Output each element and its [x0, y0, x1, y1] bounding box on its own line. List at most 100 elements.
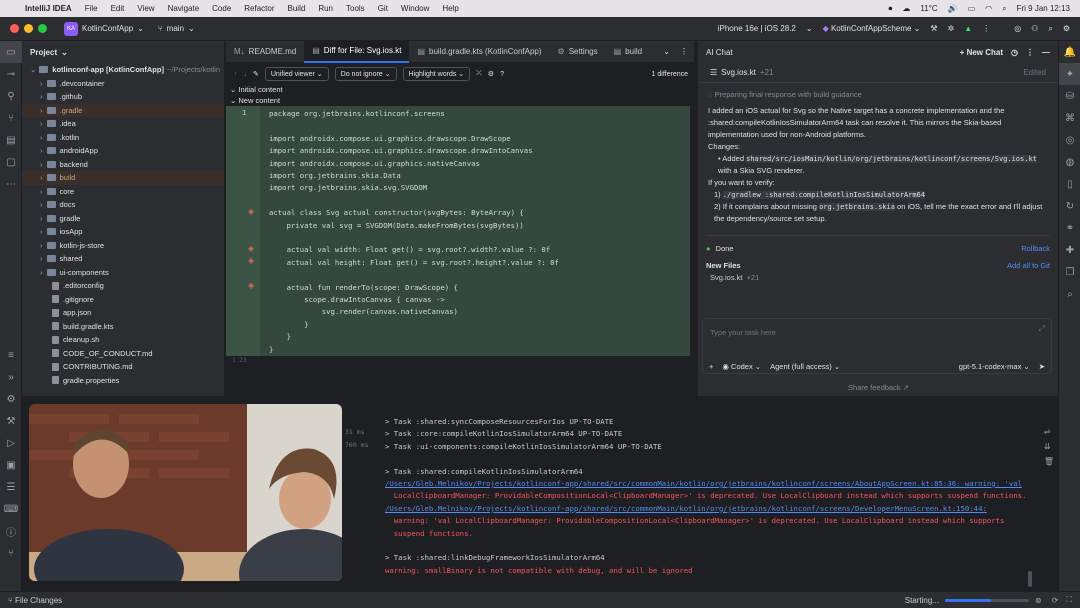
add-user-icon[interactable]: ⚇ — [1031, 24, 1038, 33]
tree-file[interactable]: CODE_OF_CONDUCT.md — [22, 347, 224, 361]
menu-build[interactable]: Build — [288, 4, 306, 13]
override-icon[interactable]: ◈ — [248, 281, 254, 290]
new-file-item[interactable]: Svg.ios.kt +21 — [706, 273, 1050, 287]
highlight-select[interactable]: Highlight words ⌄ — [402, 67, 471, 81]
tree-file[interactable]: build.gradle.kts — [22, 320, 224, 334]
settings-icon[interactable]: ⚙ — [488, 70, 494, 78]
search-icon[interactable]: ⌕ — [1002, 4, 1006, 14]
android-device-icon[interactable]: ▣ — [0, 454, 22, 476]
sync-icon[interactable]: ⟳ — [1052, 596, 1059, 605]
menu-git[interactable]: Git — [378, 4, 388, 13]
mode-select[interactable]: Agent (full access) ⌄ — [770, 362, 840, 371]
gradle-icon[interactable]: ⌘ — [1059, 107, 1080, 129]
editor-tab[interactable]: ⚙ Settings — [550, 41, 606, 63]
history-icon[interactable]: ↻ — [1059, 195, 1080, 217]
cloud-icon[interactable]: ☁ — [902, 4, 910, 13]
diff-code-block[interactable]: 1 ◈ ◈ ◈ ◈ package org.jetbrains.kotlinco… — [226, 106, 690, 356]
tree-folder[interactable]: › .github — [22, 90, 224, 104]
rollback-button[interactable]: Rollback — [1021, 244, 1050, 253]
more-icon[interactable]: ⋮ — [1026, 48, 1034, 57]
tree-folder[interactable]: › kotlin-js-store — [22, 239, 224, 253]
tree-file[interactable]: CONTRIBUTING.md — [22, 360, 224, 374]
scheme-selector[interactable]: ◆ KotlinConfAppScheme ⌄ — [823, 24, 921, 33]
database-icon[interactable]: ⛁ — [1059, 85, 1080, 107]
tree-folder[interactable]: › .devcontainer — [22, 77, 224, 91]
tree-file[interactable]: gradle.properties — [22, 374, 224, 388]
notifications-icon[interactable]: 🔔 — [1059, 41, 1080, 63]
tree-file[interactable]: .gitignore — [22, 293, 224, 307]
android-icon[interactable]: ▲ — [964, 24, 972, 33]
pull-requests-icon[interactable]: ⑂ — [0, 107, 22, 129]
more-icon[interactable]: ⋮ — [674, 47, 694, 56]
clear-icon[interactable]: 🗑 — [1044, 457, 1054, 466]
collapse-icon[interactable]: ⤫ — [476, 70, 482, 78]
tree-folder[interactable]: › .kotlin — [22, 131, 224, 145]
project-switcher[interactable]: KA KotlinConfApp ⌄ — [64, 21, 144, 36]
arrow-down-icon[interactable]: ↓ — [244, 71, 248, 78]
clock[interactable]: Fri 9 Jan 12:13 — [1017, 4, 1070, 13]
tree-folder[interactable]: › gradle — [22, 212, 224, 226]
scroll-end-icon[interactable]: ⇊ — [1044, 442, 1054, 451]
app-name[interactable]: IntelliJ IDEA — [25, 4, 72, 13]
hammer-icon[interactable]: ⚒ — [930, 24, 937, 33]
model-select[interactable]: gpt-5.1-codex-max ⌄ — [959, 362, 1030, 371]
console-line[interactable]: /Users/Gleb.Melnikov/Projects/kotlinconf… — [385, 479, 1022, 488]
new-content-toggle[interactable]: ⌄ New content — [230, 96, 280, 105]
tree-file[interactable]: .editorconfig — [22, 279, 224, 293]
tree-folder[interactable]: › .idea — [22, 117, 224, 131]
inspect-icon[interactable]: ⌕ — [1059, 283, 1080, 305]
tree-folder[interactable]: › docs — [22, 198, 224, 212]
tree-root[interactable]: ⌄ kotlinconf-app [KotlinConfApp] ~/Proje… — [22, 63, 224, 77]
initial-content-toggle[interactable]: ⌄ Initial content — [230, 85, 283, 94]
tree-folder[interactable]: › .gradle — [22, 103, 224, 117]
services-icon[interactable]: ⚙ — [0, 388, 22, 410]
override-icon[interactable]: ◈ — [248, 244, 254, 253]
tree-folder[interactable]: › shared — [22, 252, 224, 266]
close-window-button[interactable] — [10, 24, 19, 33]
new-chat-button[interactable]: + New Chat — [960, 48, 1003, 57]
commit-icon[interactable]: ⊸ — [0, 63, 22, 85]
structure-icon[interactable]: ⚲ — [0, 85, 22, 107]
add-all-to-git-button[interactable]: Add all to Git — [1007, 261, 1050, 270]
chevron-down-icon[interactable]: ⌄ — [61, 48, 68, 57]
menu-file[interactable]: File — [85, 4, 98, 13]
tree-folder[interactable]: › ui-components — [22, 266, 224, 280]
file-changes-item[interactable]: ⑂ File Changes — [0, 596, 62, 605]
battery-icon[interactable]: ▭ — [968, 4, 976, 13]
expand-icon[interactable]: ⤢ — [1039, 324, 1045, 334]
device-manager-icon[interactable]: ◎ — [1059, 129, 1080, 151]
minimize-window-button[interactable] — [24, 24, 33, 33]
minimize-icon[interactable]: — — [1042, 48, 1050, 57]
editor-tab[interactable]: ▤ Diff for File: Svg.ios.kt — [304, 40, 410, 63]
send-icon[interactable]: ➤ — [1039, 362, 1045, 371]
menu-help[interactable]: Help — [442, 4, 458, 13]
override-icon[interactable]: ◈ — [248, 207, 254, 216]
record-icon[interactable]: ⏺ — [888, 4, 892, 14]
tabs-dropdown-icon[interactable]: ⌄ — [659, 47, 674, 56]
share-feedback-link[interactable]: Share feedback ↗ — [698, 383, 1059, 392]
expand-icon[interactable]: » — [0, 366, 22, 388]
help-icon[interactable]: ? — [500, 71, 504, 78]
menu-tools[interactable]: Tools — [346, 4, 365, 13]
tree-folder[interactable]: › build — [22, 171, 224, 185]
project-panel-title[interactable]: Project — [30, 48, 57, 57]
cancel-icon[interactable]: ⊗ — [1035, 596, 1042, 605]
search-everywhere-icon[interactable]: ⌕ — [1048, 24, 1052, 34]
edited-file-row[interactable]: ☰ Svg.ios.kt +21 Edited — [698, 63, 1058, 83]
plugin-icon[interactable]: ✚ — [1059, 239, 1080, 261]
edit-icon[interactable]: ✎ — [253, 70, 259, 78]
device-selector[interactable]: iPhone 16e | iOS 28.2 — [718, 24, 796, 33]
emulator-icon[interactable]: ▯ — [1059, 173, 1080, 195]
menu-view[interactable]: View — [137, 4, 154, 13]
task-input[interactable]: Type your task here — [710, 328, 776, 337]
problems-icon[interactable]: ⓘ — [0, 520, 22, 542]
run-icon[interactable]: ▷ — [0, 432, 22, 454]
project-tool-icon[interactable]: ▭ — [0, 41, 22, 63]
terminal-icon[interactable]: ⌨ — [0, 498, 22, 520]
tree-file[interactable]: app.json — [22, 306, 224, 320]
tree-folder[interactable]: › core — [22, 185, 224, 199]
resource-manager-icon[interactable]: ▤ — [0, 129, 22, 151]
viewer-select[interactable]: Unified viewer ⌄ — [264, 67, 329, 81]
tree-folder[interactable]: › iosApp — [22, 225, 224, 239]
tree-folder[interactable]: › backend — [22, 158, 224, 172]
